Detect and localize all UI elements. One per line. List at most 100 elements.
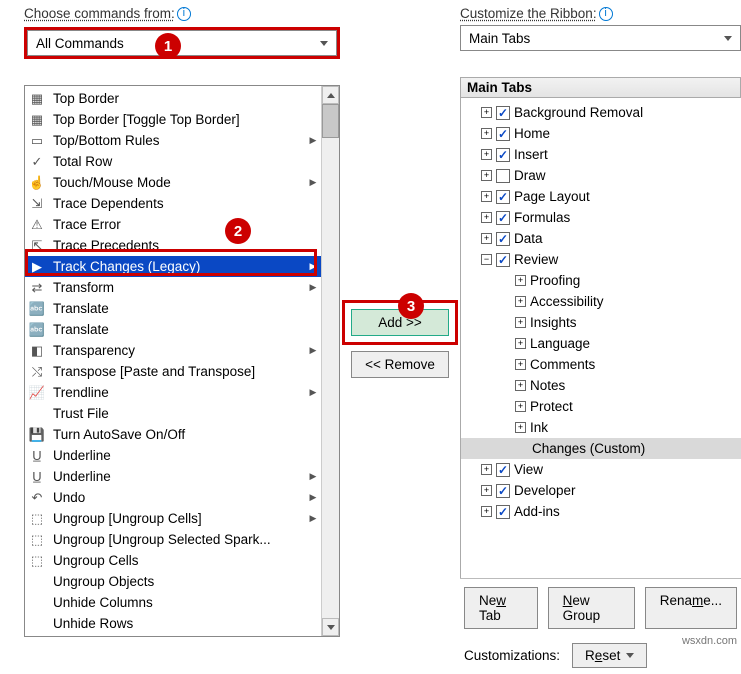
info-icon[interactable]: i	[177, 7, 191, 21]
tree-item[interactable]: +Language	[461, 333, 741, 354]
command-list-item[interactable]: U̲Underline	[25, 445, 321, 466]
checkbox[interactable]: ✓	[496, 211, 510, 225]
command-list-item[interactable]: Ungroup Objects	[25, 571, 321, 592]
submenu-arrow-icon: ▶	[309, 135, 317, 146]
expand-icon[interactable]: +	[515, 359, 526, 370]
command-list-item[interactable]: Unhide Sheet... [Unhide Sheets]	[25, 634, 321, 636]
expand-icon[interactable]: +	[515, 338, 526, 349]
command-list-item[interactable]: ▶Track Changes (Legacy)▶	[25, 256, 321, 277]
command-list-item[interactable]: ⇲Trace Dependents	[25, 193, 321, 214]
tree-item[interactable]: +✓Home	[461, 123, 741, 144]
expand-icon[interactable]: +	[481, 128, 492, 139]
expand-icon[interactable]: +	[481, 233, 492, 244]
expand-icon[interactable]: +	[515, 422, 526, 433]
tree-item[interactable]: +Protect	[461, 396, 741, 417]
tree-item[interactable]: +Notes	[461, 375, 741, 396]
reset-button[interactable]: Reset	[572, 643, 647, 668]
checkbox[interactable]: ✓	[496, 190, 510, 204]
command-list-item[interactable]: ▦Top Border [Toggle Top Border]	[25, 109, 321, 130]
tree-item[interactable]: +Ink	[461, 417, 741, 438]
expand-icon[interactable]: +	[481, 191, 492, 202]
tree-item[interactable]: +✓Developer	[461, 480, 741, 501]
command-list-item[interactable]: Trust File	[25, 403, 321, 424]
expand-icon[interactable]: +	[481, 485, 492, 496]
remove-button[interactable]: << Remove	[351, 351, 449, 378]
tree-item-label: Formulas	[514, 210, 570, 225]
command-list-item[interactable]: U̲Underline▶	[25, 466, 321, 487]
command-icon: 🔤	[27, 322, 47, 338]
tree-item[interactable]: +Comments	[461, 354, 741, 375]
tree-item[interactable]: +✓Page Layout	[461, 186, 741, 207]
scroll-up-button[interactable]	[322, 86, 339, 104]
tree-item[interactable]: Changes (Custom)	[461, 438, 741, 459]
command-list-item[interactable]: 📈Trendline▶	[25, 382, 321, 403]
tree-item[interactable]: +✓Insert	[461, 144, 741, 165]
command-icon: ▦	[27, 91, 47, 107]
expand-icon[interactable]: +	[515, 296, 526, 307]
info-icon[interactable]: i	[599, 7, 613, 21]
expand-icon[interactable]: +	[515, 317, 526, 328]
expand-icon[interactable]: +	[481, 170, 492, 181]
collapse-icon[interactable]: −	[481, 254, 492, 265]
command-label: Ungroup [Ungroup Selected Spark...	[53, 532, 317, 547]
expand-icon[interactable]: +	[515, 380, 526, 391]
tree-item[interactable]: +✓Background Removal	[461, 102, 741, 123]
tree-item[interactable]: −✓Review	[461, 249, 741, 270]
checkbox[interactable]: ✓	[496, 253, 510, 267]
checkbox[interactable]: ✓	[496, 463, 510, 477]
command-list-item[interactable]: ✓Total Row	[25, 151, 321, 172]
tree-item[interactable]: + ✓ Formulas	[461, 207, 741, 228]
expand-icon[interactable]: +	[481, 107, 492, 118]
new-tab-button[interactable]: New Tab	[464, 587, 538, 629]
tree-item[interactable]: +Accessibility	[461, 291, 741, 312]
tree-item[interactable]: +✓View	[461, 459, 741, 480]
watermark: wsxdn.com	[682, 635, 737, 647]
scroll-down-button[interactable]	[322, 618, 339, 636]
command-list-item[interactable]: ◧Transparency▶	[25, 340, 321, 361]
command-list-item[interactable]: 🔤Translate	[25, 298, 321, 319]
new-group-button[interactable]: New Group	[548, 587, 635, 629]
command-list-item[interactable]: ☝Touch/Mouse Mode▶	[25, 172, 321, 193]
command-list-item[interactable]: ⬚Ungroup [Ungroup Selected Spark...	[25, 529, 321, 550]
expand-icon[interactable]: +	[481, 464, 492, 475]
command-list-item[interactable]: ⬚Ungroup [Ungroup Cells]▶	[25, 508, 321, 529]
callout-badge-1: 1	[155, 33, 181, 59]
checkbox[interactable]: ✓	[496, 484, 510, 498]
command-icon: ◧	[27, 343, 47, 359]
command-list-item[interactable]: ⚠Trace Error	[25, 214, 321, 235]
command-list-item[interactable]: ▦Top Border	[25, 88, 321, 109]
command-list-item[interactable]: ⇱Trace Precedents	[25, 235, 321, 256]
command-list-item[interactable]: Unhide Columns	[25, 592, 321, 613]
checkbox[interactable]: ✓	[496, 148, 510, 162]
command-list-item[interactable]: 💾Turn AutoSave On/Off	[25, 424, 321, 445]
expand-icon[interactable]: +	[481, 506, 492, 517]
scroll-thumb[interactable]	[322, 104, 339, 138]
expand-icon[interactable]: +	[481, 212, 492, 223]
command-list-item[interactable]: ⬚Ungroup Cells	[25, 550, 321, 571]
tree-item[interactable]: +Insights	[461, 312, 741, 333]
checkbox[interactable]: ✓	[496, 505, 510, 519]
checkbox[interactable]: ✓	[496, 127, 510, 141]
commands-listbox[interactable]: ▦Top Border▦Top Border [Toggle Top Borde…	[24, 85, 340, 637]
expand-icon[interactable]: +	[515, 401, 526, 412]
tree-item[interactable]: +Proofing	[461, 270, 741, 291]
command-list-item[interactable]: ⇄Transform▶	[25, 277, 321, 298]
tree-item[interactable]: +✓Draw	[461, 165, 741, 186]
command-list-item[interactable]: ▭Top/Bottom Rules▶	[25, 130, 321, 151]
command-list-item[interactable]: 🔤Translate	[25, 319, 321, 340]
rename-button[interactable]: Rename...	[645, 587, 737, 629]
checkbox[interactable]: ✓	[496, 232, 510, 246]
ribbon-combo[interactable]: Main Tabs	[460, 25, 741, 51]
checkbox[interactable]: ✓	[496, 169, 510, 183]
expand-icon[interactable]: +	[515, 275, 526, 286]
tree-item[interactable]: +✓Add-ins	[461, 501, 741, 522]
scrollbar[interactable]	[321, 86, 339, 636]
command-list-item[interactable]: ↶Undo▶	[25, 487, 321, 508]
command-icon: ☝	[27, 175, 47, 191]
expand-icon[interactable]: +	[481, 149, 492, 160]
commands-combo[interactable]: All Commands	[27, 30, 337, 56]
checkbox[interactable]: ✓	[496, 106, 510, 120]
command-list-item[interactable]: ⤭Transpose [Paste and Transpose]	[25, 361, 321, 382]
command-list-item[interactable]: Unhide Rows	[25, 613, 321, 634]
tree-item[interactable]: +✓Data	[461, 228, 741, 249]
